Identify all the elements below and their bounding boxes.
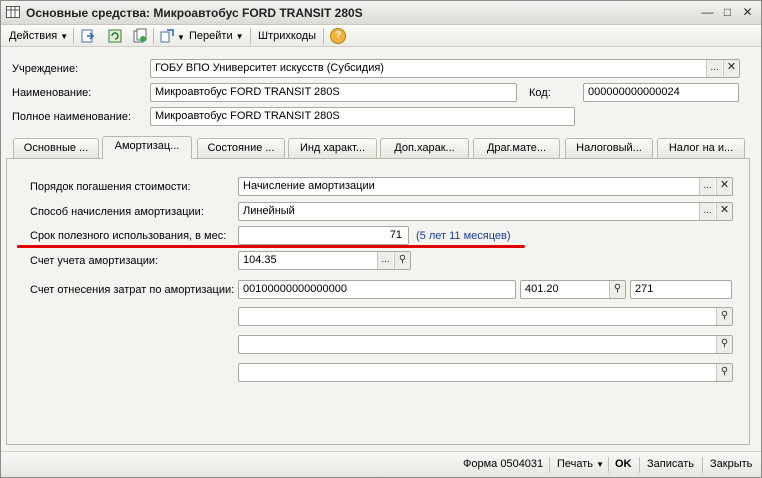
ok-button[interactable]: OK [615, 458, 632, 470]
cost-allocation-label: Счет отнесения затрат по амортизации: [30, 284, 235, 296]
tab-main[interactable]: Основные ... [13, 138, 99, 158]
clear-icon[interactable]: ✕ [716, 178, 732, 195]
dropdown-arrow-icon: ▼ [235, 32, 244, 41]
name-label: Наименование: [12, 87, 92, 99]
minimize-icon[interactable]: — [699, 4, 716, 20]
search-icon[interactable]: ⚲ [716, 308, 732, 325]
dropdown-arrow-icon: ▼ [596, 460, 605, 469]
depreciation-account-field[interactable]: 104.35 ... ⚲ [238, 251, 411, 270]
useful-life-label: Срок полезного использования, в мес: [30, 230, 227, 242]
search-icon[interactable]: ⚲ [716, 364, 732, 381]
barcodes-button[interactable]: Штрихкоды [258, 28, 316, 44]
table-icon [6, 6, 20, 18]
dropdown-arrow-icon: ▼ [60, 32, 69, 41]
cost-code-field[interactable]: 271 [630, 280, 732, 299]
window-title: Основные средства: Микроавтобус FORD TRA… [26, 6, 363, 20]
analytics-field-3[interactable]: ⚲ [238, 363, 733, 382]
toolbar-divider [323, 28, 324, 44]
print-menu[interactable]: Печать ▼ [557, 458, 604, 470]
refresh-icon[interactable] [107, 28, 123, 44]
tab-precious-materials[interactable]: Драг.мате... [473, 138, 560, 158]
save-button[interactable]: Записать [647, 458, 694, 470]
create-based-on-icon[interactable] [159, 28, 175, 44]
select-ellipsis-button[interactable]: ... [699, 203, 715, 220]
name-field[interactable]: Микроавтобус FORD TRANSIT 280S [150, 83, 517, 102]
print-label: Печать [557, 458, 594, 470]
tab-depreciation[interactable]: Амортизац... [102, 136, 192, 159]
barcodes-label: Штрихкоды [258, 30, 317, 42]
actions-label: Действия [9, 30, 58, 42]
useful-life-field[interactable]: 71 [238, 226, 409, 245]
depreciation-method-field[interactable]: Линейный ... ✕ [238, 202, 733, 221]
tab-tax[interactable]: Налоговый... [565, 138, 653, 158]
code-field[interactable]: 000000000000024 [583, 83, 739, 102]
footer-divider [639, 457, 640, 473]
tab-state[interactable]: Состояние ... [197, 138, 285, 158]
search-icon[interactable]: ⚲ [394, 252, 410, 269]
search-icon[interactable]: ⚲ [609, 281, 625, 298]
analytics-field-1[interactable]: ⚲ [238, 307, 733, 326]
cost-allocation-field[interactable]: 00100000000000000 [238, 280, 516, 299]
toolbar-divider [153, 28, 154, 44]
title-bar: Основные средства: Микроавтобус FORD TRA… [1, 1, 761, 25]
bottom-bar: Форма 0504031 Печать ▼ OK Записать Закры… [1, 451, 761, 477]
post-document-icon[interactable] [80, 28, 96, 44]
footer-divider [608, 457, 609, 473]
depreciation-method-label: Способ начисления амортизации: [30, 206, 204, 218]
main-window: Основные средства: Микроавтобус FORD TRA… [0, 0, 762, 478]
institution-field[interactable]: ГОБУ ВПО Университет искусств (Субсидия)… [150, 59, 740, 78]
toolbar-divider [73, 28, 74, 44]
highlight-underline [17, 245, 525, 248]
select-ellipsis-button[interactable]: ... [377, 252, 393, 269]
full-name-field[interactable]: Микроавтобус FORD TRANSIT 280S [150, 107, 575, 126]
code-label: Код: [529, 87, 551, 99]
tab-property-tax[interactable]: Налог на и... [657, 138, 745, 158]
toolbar-divider [250, 28, 251, 44]
select-ellipsis-button[interactable]: ... [706, 60, 722, 77]
close-button[interactable]: Закрыть [710, 458, 752, 470]
form-0504031-button[interactable]: Форма 0504031 [463, 458, 543, 470]
tab-individual-characteristics[interactable]: Инд характ... [288, 138, 377, 158]
goto-menu[interactable]: Перейти ▼ [189, 28, 244, 44]
copy-icon[interactable] [132, 28, 148, 44]
analytics-field-2[interactable]: ⚲ [238, 335, 733, 354]
dropdown-arrow-icon[interactable]: ▼ [177, 30, 185, 46]
search-icon[interactable]: ⚲ [716, 336, 732, 353]
clear-icon[interactable]: ✕ [723, 60, 739, 77]
actions-menu[interactable]: Действия ▼ [9, 28, 68, 44]
cost-repayment-label: Порядок погашения стоимости: [30, 181, 191, 193]
help-icon[interactable]: ? [330, 28, 346, 44]
cost-repayment-field[interactable]: Начисление амортизации ... ✕ [238, 177, 733, 196]
cost-account-field[interactable]: 401.20 ⚲ [520, 280, 626, 299]
depreciation-account-label: Счет учета амортизации: [30, 255, 159, 267]
useful-life-hint: (5 лет 11 месяцев) [416, 230, 511, 242]
full-name-label: Полное наименование: [12, 111, 132, 123]
tab-additional-characteristics[interactable]: Доп.харак... [380, 138, 469, 158]
toolbar: Действия ▼ ▼ Перейти ▼ Штрихкоды ? [1, 25, 761, 47]
close-icon[interactable]: ✕ [739, 4, 756, 20]
goto-label: Перейти [189, 30, 233, 42]
maximize-icon[interactable]: □ [719, 4, 736, 20]
institution-label: Учреждение: [12, 63, 79, 75]
clear-icon[interactable]: ✕ [716, 203, 732, 220]
footer-divider [549, 457, 550, 473]
select-ellipsis-button[interactable]: ... [699, 178, 715, 195]
footer-divider [702, 457, 703, 473]
